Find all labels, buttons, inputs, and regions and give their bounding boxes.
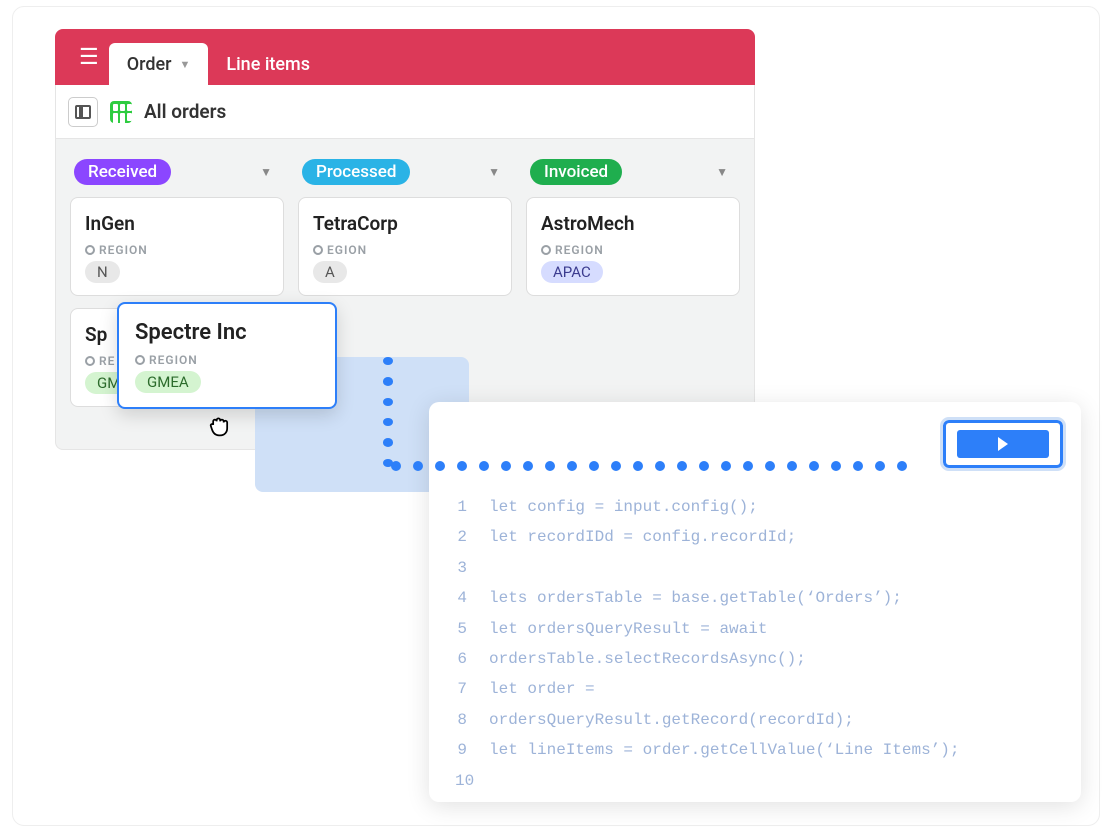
select-icon	[541, 245, 551, 255]
tab-order[interactable]: Order ▼	[109, 43, 209, 85]
code-body[interactable]: 1let config = input.config();2let record…	[429, 422, 1081, 816]
dragging-card[interactable]: Spectre Inc REGION GMEA	[117, 302, 337, 409]
tab-line-items-label: Line items	[226, 54, 310, 75]
card-title: InGen	[85, 212, 269, 235]
column-label: Invoiced	[530, 159, 622, 185]
column-menu-icon[interactable]: ▼	[480, 161, 508, 183]
region-badge: N	[85, 261, 120, 283]
card-title: Spectre Inc	[135, 320, 319, 345]
play-icon	[998, 437, 1008, 451]
tab-line-items[interactable]: Line items	[208, 43, 328, 85]
tab-order-label: Order	[127, 54, 172, 75]
select-icon	[85, 356, 95, 366]
region-badge: A	[313, 261, 347, 283]
drag-trail	[343, 357, 433, 467]
column-menu-icon[interactable]: ▼	[708, 161, 736, 183]
sidebar-toggle[interactable]	[68, 97, 98, 127]
region-badge: GMEA	[135, 371, 201, 393]
card-title: TetraCorp	[313, 212, 497, 235]
sidebar-icon	[75, 105, 91, 119]
select-icon	[313, 245, 323, 255]
view-title: All orders	[144, 100, 226, 123]
run-button[interactable]	[943, 420, 1063, 468]
card[interactable]: InGen REGION N	[70, 197, 284, 296]
view-bar: All orders	[55, 85, 755, 139]
grab-cursor-icon	[205, 412, 233, 446]
region-field-label: EGION	[313, 243, 497, 257]
region-field-label: REGION	[135, 353, 319, 367]
select-icon	[85, 245, 95, 255]
drag-trail-horizontal	[391, 461, 907, 471]
region-field-label: REGION	[85, 243, 269, 257]
column-invoiced: Invoiced ▼ AstroMech REGION APAC	[526, 153, 740, 419]
select-icon	[135, 355, 145, 365]
chevron-down-icon: ▼	[179, 58, 190, 71]
region-field-label: REGION	[541, 243, 725, 257]
column-menu-icon[interactable]: ▼	[252, 161, 280, 183]
column-label: Processed	[302, 159, 410, 185]
card-title: AstroMech	[541, 212, 725, 235]
region-badge: APAC	[541, 261, 603, 283]
top-bar: ☰ Order ▼ Line items	[55, 29, 755, 85]
board-icon	[110, 101, 132, 123]
card[interactable]: TetraCorp EGION A	[298, 197, 512, 296]
column-label: Received	[74, 159, 171, 185]
card[interactable]: AstroMech REGION APAC	[526, 197, 740, 296]
hamburger-icon[interactable]: ☰	[69, 39, 109, 76]
